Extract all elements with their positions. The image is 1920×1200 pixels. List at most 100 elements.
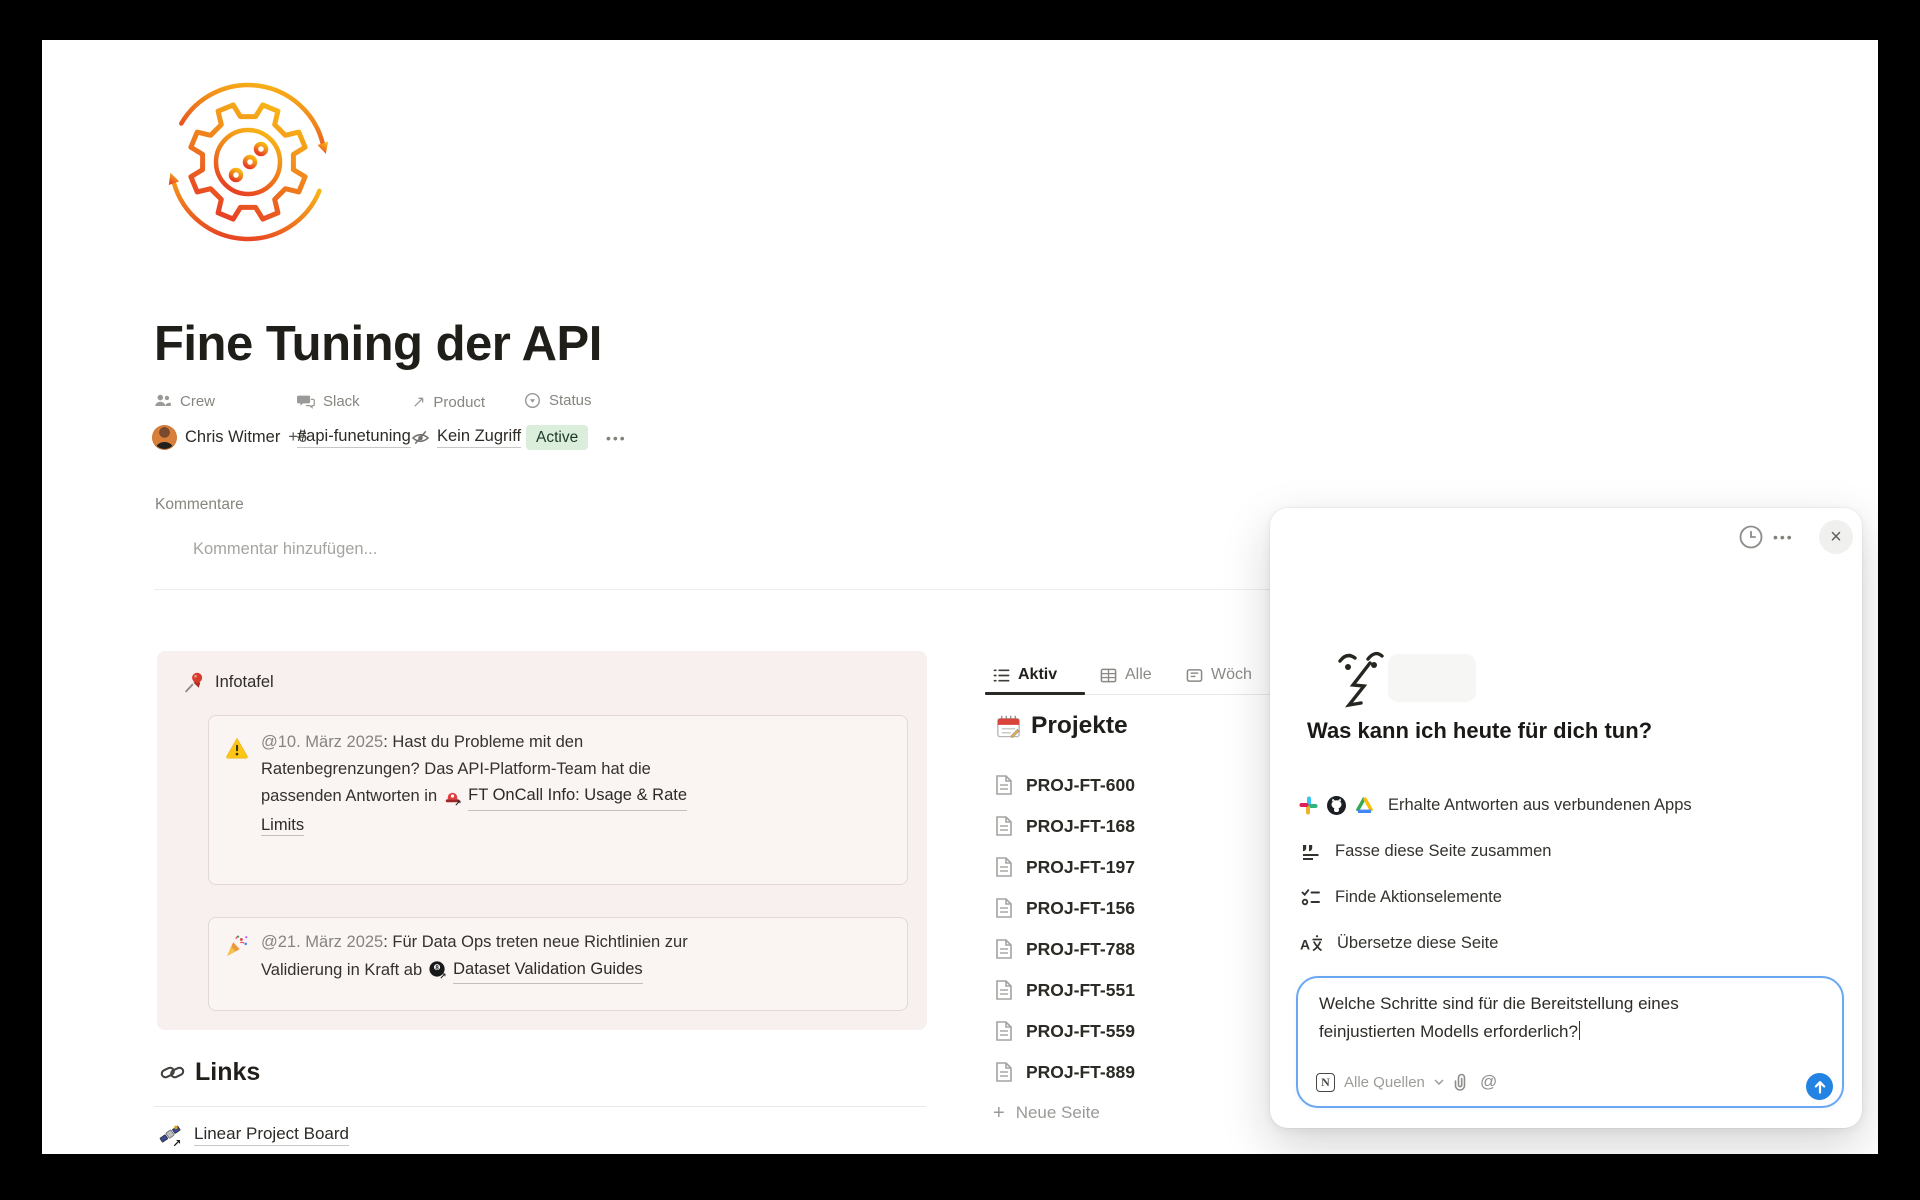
project-row[interactable]: PROJ-FT-559 — [993, 1019, 1135, 1043]
loading-skeleton — [1388, 654, 1476, 702]
note-box-validation: @21. März 2025: Für Data Ops treten neue… — [208, 917, 908, 1011]
app-window: Fine Tuning der API Crew Slack ↗ Product… — [0, 0, 1920, 1200]
divider — [154, 1106, 926, 1107]
satellite-icon: ↗ — [158, 1122, 184, 1148]
eight-ball-icon: 8 ↗ — [428, 960, 447, 979]
status-circle-icon — [524, 392, 541, 409]
tab-alle[interactable]: Alle — [1100, 662, 1152, 688]
github-icon — [1326, 795, 1347, 816]
active-tab-underline — [985, 692, 1085, 695]
panel-more-button[interactable]: ••• — [1773, 529, 1794, 545]
callout-title: Infotafel — [215, 673, 274, 692]
svg-text:↗: ↗ — [440, 971, 447, 979]
send-button[interactable] — [1806, 1073, 1833, 1100]
note-text: @21. März 2025: Für Data Ops treten neue… — [261, 929, 881, 984]
translate-icon: A — [1300, 933, 1323, 954]
translate-letter: A — [1300, 936, 1310, 952]
ai-greeting: Was kann ich heute für dich tun? — [1307, 718, 1652, 744]
svg-text:↗: ↗ — [172, 1138, 181, 1148]
new-page-button[interactable]: + Neue Seite — [993, 1101, 1100, 1125]
suggestion-translate[interactable]: A Übersetze diese Seite — [1300, 923, 1498, 963]
property-label-slack[interactable]: Slack — [297, 392, 360, 410]
ai-prompt-input[interactable]: Welche Schritte sind für die Bereitstell… — [1296, 976, 1844, 1108]
property-value-status[interactable]: Active — [526, 424, 588, 451]
property-label-product[interactable]: ↗ Product — [412, 392, 485, 412]
project-row[interactable]: PROJ-FT-168 — [993, 814, 1135, 838]
mention-at-icon[interactable]: @ — [1480, 1072, 1497, 1092]
status-badge: Active — [526, 425, 588, 450]
list-view-icon — [993, 667, 1010, 684]
chat-bubbles-icon — [297, 392, 315, 410]
project-row[interactable]: PROJ-FT-889 — [993, 1060, 1135, 1084]
notion-source-icon: N — [1316, 1073, 1335, 1092]
spiral-calendar-icon — [995, 713, 1022, 740]
project-row[interactable]: PROJ-FT-600 — [993, 773, 1135, 797]
note-box-rate-limits: @10. März 2025: Hast du Probleme mit den… — [208, 715, 908, 885]
history-clock-icon[interactable] — [1737, 523, 1765, 551]
property-value-product[interactable]: Kein Zugriff — [411, 424, 521, 451]
summary-icon — [1300, 841, 1321, 862]
property-value-slack[interactable]: #api-funetuning — [297, 424, 411, 451]
source-selector[interactable]: N Alle Quellen — [1316, 1068, 1444, 1096]
pushpin-icon — [183, 671, 206, 694]
infotafel-callout: Infotafel @10. März 2025: Hast du Proble… — [157, 651, 927, 1030]
table-view-icon — [1100, 667, 1117, 684]
project-row[interactable]: PROJ-FT-197 — [993, 855, 1135, 879]
suggestion-summarize[interactable]: Fasse diese Seite zusammen — [1300, 831, 1551, 871]
text-cursor — [1579, 1021, 1581, 1040]
attachment-paperclip-icon[interactable] — [1450, 1072, 1470, 1092]
svg-text:↗: ↗ — [455, 798, 462, 806]
links-section-heading: Links — [160, 1058, 260, 1087]
ai-assistant-panel: ••• × Was kann ich heute für dich tun? — [1270, 508, 1862, 1128]
document-icon — [993, 1061, 1015, 1083]
date-mention[interactable]: @10. März 2025 — [261, 733, 383, 751]
document-icon — [993, 815, 1015, 837]
oncall-link-cont[interactable]: Limits — [261, 812, 881, 839]
property-label-status[interactable]: Status — [524, 392, 592, 409]
arrow-up-right-icon: ↗ — [412, 392, 425, 412]
tab-woechentlich[interactable]: Wöch — [1186, 662, 1252, 688]
warning-icon — [225, 736, 249, 760]
document-icon — [993, 979, 1015, 1001]
checklist-icon — [1300, 887, 1321, 908]
comments-heading: Kommentare — [155, 496, 244, 514]
oncall-link[interactable]: FT OnCall Info: Usage & Rate — [468, 782, 687, 811]
document-icon — [993, 938, 1015, 960]
project-row[interactable]: PROJ-FT-156 — [993, 896, 1135, 920]
suggestion-action-items[interactable]: Finde Aktionselemente — [1300, 877, 1502, 917]
more-properties-button[interactable]: ••• — [606, 430, 627, 446]
arrow-up-icon — [1813, 1080, 1827, 1094]
people-icon — [154, 392, 172, 410]
close-icon: × — [1830, 526, 1842, 549]
project-row[interactable]: PROJ-FT-788 — [993, 937, 1135, 961]
property-value-crew[interactable]: Chris Witmer +6 — [152, 424, 307, 451]
project-row[interactable]: PROJ-FT-551 — [993, 978, 1135, 1002]
notion-page: Fine Tuning der API Crew Slack ↗ Product… — [42, 40, 1878, 1154]
comment-input[interactable]: Kommentar hinzufügen... — [193, 540, 377, 559]
eye-off-icon — [411, 428, 430, 447]
notion-ai-face-icon — [1336, 648, 1390, 710]
suggestion-connected-apps[interactable]: Erhalte Antworten aus verbundenen Apps — [1298, 785, 1692, 825]
projects-heading: Projekte — [995, 712, 1128, 740]
avatar — [152, 425, 177, 450]
prompt-text-line1: Welche Schritte sind für die Bereitstell… — [1319, 990, 1679, 1018]
document-icon — [993, 897, 1015, 919]
document-icon — [993, 856, 1015, 878]
chevron-down-icon — [1434, 1079, 1444, 1085]
tab-aktiv[interactable]: Aktiv — [993, 662, 1057, 688]
note-text: @10. März 2025: Hast du Probleme mit den… — [261, 729, 881, 838]
document-icon — [993, 774, 1015, 796]
slack-icon — [1298, 795, 1319, 816]
linear-project-board-link[interactable]: ↗ Linear Project Board — [158, 1122, 349, 1148]
property-label-crew[interactable]: Crew — [154, 392, 215, 410]
page-logo-gear-icon[interactable] — [164, 76, 332, 248]
siren-icon: ↗ — [443, 787, 462, 806]
date-mention[interactable]: @21. März 2025 — [261, 933, 383, 951]
link-icon — [160, 1060, 185, 1085]
google-drive-icon — [1354, 795, 1375, 816]
plus-icon: + — [993, 1102, 1005, 1125]
dataset-validation-link[interactable]: Dataset Validation Guides — [453, 956, 643, 985]
close-button[interactable]: × — [1819, 520, 1853, 554]
board-view-icon — [1186, 667, 1203, 684]
page-title[interactable]: Fine Tuning der API — [154, 316, 602, 372]
